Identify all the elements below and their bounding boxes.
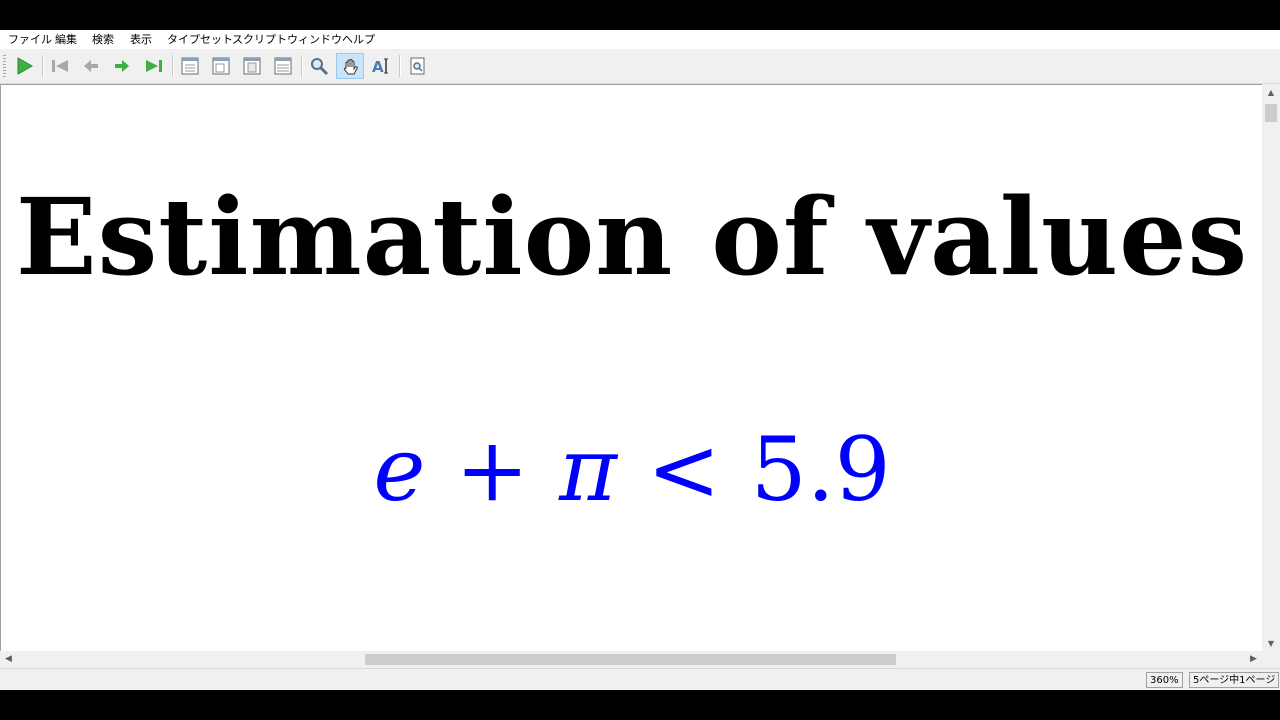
pdf-viewer-window: ファイル 編集 検索 表示 タイプセット スクリプト ウィンドウ ヘルプ A E… <box>0 30 1280 690</box>
first-page-icon <box>52 60 68 72</box>
continuous-view-button[interactable] <box>207 53 235 79</box>
last-page-button[interactable] <box>140 53 168 79</box>
formula-variable-e: e <box>373 418 426 521</box>
text-select-icon: A <box>372 58 388 76</box>
menu-help[interactable]: ヘルプ <box>341 30 376 49</box>
formula-value: 5.9 <box>750 418 891 521</box>
letterbox-bottom <box>0 690 1280 720</box>
magnifier-button[interactable] <box>305 53 333 79</box>
play-icon <box>17 57 34 75</box>
facing-pages-button[interactable] <box>238 53 266 79</box>
formula-variable-pi: π <box>559 418 617 521</box>
letterbox-top <box>0 0 1280 30</box>
fit-width-button[interactable] <box>269 53 297 79</box>
formula-plus-sign: + <box>455 418 530 521</box>
continuous-view-icon <box>212 57 230 75</box>
previous-page-button[interactable] <box>77 53 105 79</box>
hand-tool-icon <box>343 59 358 75</box>
svg-text:A: A <box>372 58 384 76</box>
menu-window[interactable]: ウィンドウ <box>286 30 343 49</box>
vertical-scroll-thumb[interactable] <box>1265 104 1277 122</box>
document-heading: Estimation of values <box>15 174 1249 299</box>
status-bar: 360% 5ページ中1ページ <box>0 668 1280 690</box>
menu-typeset[interactable]: タイプセット <box>166 30 234 49</box>
scroll-left-arrow-icon[interactable]: ◀ <box>0 651 17 668</box>
menu-edit[interactable]: 編集 <box>54 30 78 49</box>
menu-file[interactable]: ファイル <box>7 30 53 49</box>
scroll-down-arrow-icon[interactable]: ▼ <box>1262 635 1280 652</box>
toolbar-grip[interactable] <box>3 55 6 77</box>
toolbar-separator <box>42 55 44 77</box>
hand-tool-button[interactable] <box>336 53 364 79</box>
fit-width-icon <box>274 57 292 75</box>
single-page-view-icon <box>181 57 199 75</box>
page-indicator: 5ページ中1ページ <box>1189 672 1280 688</box>
magnifier-icon <box>311 58 329 76</box>
toolbar-separator <box>172 55 174 77</box>
single-page-view-button[interactable] <box>176 53 204 79</box>
last-page-icon <box>146 60 162 72</box>
toolbar: A <box>0 49 1280 84</box>
find-in-document-icon <box>410 57 425 75</box>
previous-page-icon <box>84 60 98 72</box>
first-page-button[interactable] <box>46 53 74 79</box>
next-page-button[interactable] <box>108 53 136 79</box>
zoom-level[interactable]: 360% <box>1146 672 1183 688</box>
document-formula: e + π <5.9 <box>1 415 1262 525</box>
menu-search[interactable]: 検索 <box>91 30 115 49</box>
scroll-up-arrow-icon[interactable]: ▲ <box>1262 84 1280 101</box>
formula-less-than-sign: < <box>646 418 721 521</box>
typeset-button[interactable] <box>10 53 38 79</box>
toolbar-separator <box>301 55 303 77</box>
menu-bar: ファイル 編集 検索 表示 タイプセット スクリプト ウィンドウ ヘルプ <box>0 30 1280 49</box>
find-in-document-button[interactable] <box>404 53 432 79</box>
toolbar-separator <box>399 55 401 77</box>
menu-script[interactable]: スクリプト <box>231 30 288 49</box>
document-viewport[interactable]: Estimation of values e + π <5.9 <box>0 84 1262 652</box>
horizontal-scrollbar[interactable]: ◀ ▶ <box>0 651 1262 668</box>
facing-pages-icon <box>243 57 261 75</box>
next-page-icon <box>115 60 129 72</box>
menu-view[interactable]: 表示 <box>129 30 153 49</box>
text-select-button[interactable]: A <box>367 53 395 79</box>
scrollbar-corner <box>1262 651 1280 668</box>
scroll-right-arrow-icon[interactable]: ▶ <box>1245 651 1262 668</box>
vertical-scrollbar[interactable]: ▲ ▼ <box>1262 84 1280 652</box>
horizontal-scroll-thumb[interactable] <box>365 654 896 665</box>
